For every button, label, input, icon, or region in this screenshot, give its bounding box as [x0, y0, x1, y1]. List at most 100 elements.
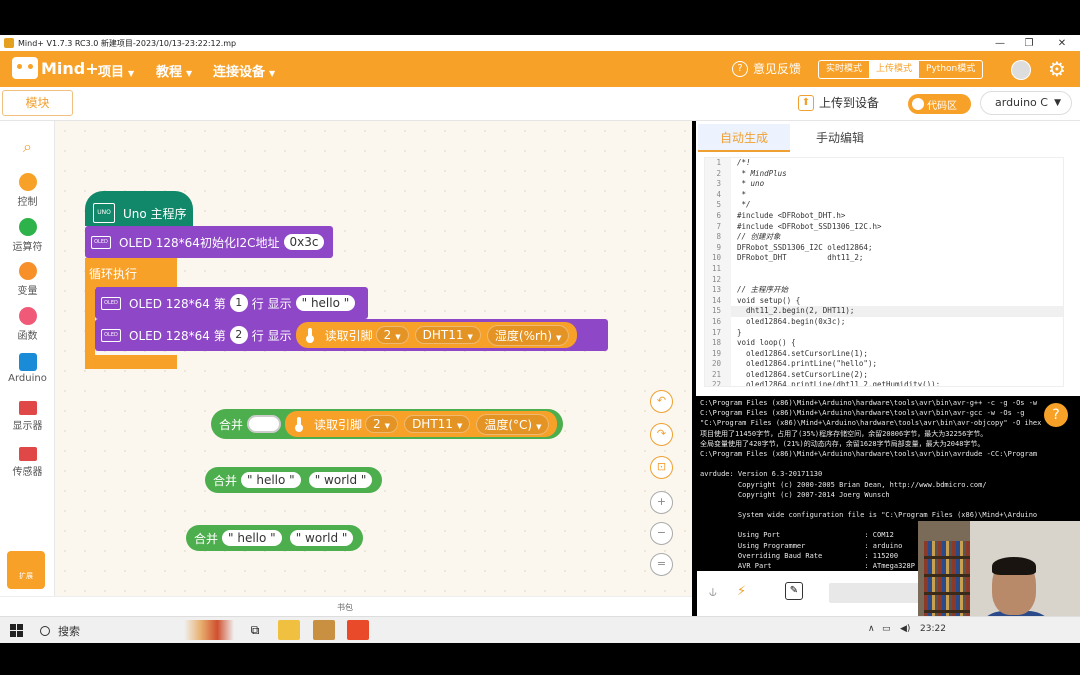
i2c-address-field[interactable]: 0x3c [283, 234, 325, 250]
terminal-line: "C:\Program Files (x86)\Mind+\Arduino\ha… [700, 419, 1042, 428]
clock[interactable]: 23:22 [920, 624, 946, 634]
code-line: 14 void setup() { [705, 295, 1063, 307]
text-field[interactable]: " hello " [295, 295, 356, 311]
terminal-line: Copyright (c) 2000-2005 Brian Dean, http… [700, 480, 987, 489]
code-text: dht11_2.begin(2, DHT11); [737, 306, 855, 316]
line-number: 14 [705, 295, 731, 307]
app-icon [4, 38, 14, 48]
backpack-bar[interactable]: 书包 [0, 596, 692, 616]
thermometer-icon [290, 415, 308, 433]
gear-icon[interactable]: ⚙ [1047, 59, 1067, 79]
zoom-reset-icon[interactable]: = [650, 553, 673, 576]
zoom-out-icon[interactable]: − [650, 522, 673, 545]
task-view-icon[interactable]: ⧉ [244, 620, 266, 640]
sensor-dropdown[interactable]: DHT11 ▼ [414, 326, 481, 344]
serial-send-input[interactable] [829, 583, 924, 603]
code-text: } [737, 327, 742, 337]
mode-realtime[interactable]: 实时模式 [819, 61, 869, 78]
menu-connect-device[interactable]: 连接设备 ▼ [213, 61, 275, 80]
measure-dropdown[interactable]: 温度(°C) ▼ [476, 413, 550, 435]
category-display[interactable]: 显示器 [0, 401, 55, 432]
network-icon[interactable]: ▭ [882, 624, 891, 634]
chevron-down-icon: ▼ [269, 69, 276, 78]
mindplus-taskbar-icon[interactable] [313, 620, 335, 640]
crop-icon[interactable]: ⊡ [650, 456, 673, 479]
dht-read-humidity-block[interactable]: 读取引脚 2 ▼ DHT11 ▼ 湿度(%rh) ▼ [295, 322, 578, 348]
join-input-a[interactable]: " hello " [241, 472, 301, 488]
block-workspace[interactable]: UNO Uno 主程序 OLED OLED 128*64初始化I2C地址 0x3c 循… [55, 121, 692, 596]
line-number-field[interactable]: 2 [229, 326, 248, 344]
join-temperature-block[interactable]: 合并 读取引脚 2 ▼ DHT11 ▼ 温度(°C) ▼ [211, 409, 564, 439]
code-text: * MindPlus [737, 168, 787, 178]
code-area-toggle[interactable]: 代码区 [908, 94, 971, 114]
category-sensors[interactable]: 传感器 [0, 447, 55, 478]
join-input-a[interactable]: " hello " [222, 530, 282, 546]
join-hello-world-block[interactable]: 合并 " hello " " world " [205, 467, 383, 493]
recorder-taskbar-icon[interactable] [347, 620, 369, 640]
chevron-down-icon: ▼ [128, 69, 135, 78]
redo-icon[interactable]: ↷ [650, 423, 673, 446]
measure-dropdown[interactable]: 湿度(%rh) ▼ [486, 324, 570, 346]
code-text: #include <DFRobot_SSD1306_I2C.h> [737, 221, 882, 231]
file-explorer-icon[interactable] [278, 620, 300, 640]
window-title: Mind+ V1.7.3 RC3.0 新建项目-2023/10/13-23:22… [18, 38, 237, 48]
plug-icon[interactable]: ⚡ [737, 584, 746, 599]
oled-icon: OLED [91, 235, 111, 249]
tab-auto-generate[interactable]: 自动生成 [698, 124, 791, 152]
volume-icon[interactable]: ◀) [900, 624, 910, 634]
line-number: 4 [705, 189, 731, 201]
menu-project[interactable]: 项目 ▼ [98, 61, 134, 80]
board-select[interactable]: arduino C ▼ [980, 91, 1072, 115]
category-variables[interactable]: 变量 [0, 262, 55, 297]
category-operators[interactable]: 运算符 [0, 218, 55, 253]
join-input-empty[interactable] [247, 415, 282, 433]
menu-tutorial[interactable]: 教程 ▼ [156, 61, 192, 80]
oled-show-line1-block[interactable]: OLED OLED 128*64 第1行 显示 " hello " [95, 287, 368, 319]
top-letterbox [0, 0, 1080, 35]
zoom-in-icon[interactable]: + [650, 491, 673, 514]
category-control[interactable]: 控制 [0, 173, 55, 208]
join-input-b[interactable]: " world " [289, 530, 354, 546]
sensor-dropdown[interactable]: DHT11 ▼ [404, 415, 471, 433]
tab-modules[interactable]: 模块 [2, 90, 73, 116]
oled-init-block[interactable]: OLED OLED 128*64初始化I2C地址 0x3c [85, 226, 333, 258]
close-button[interactable]: ✕ [1046, 35, 1078, 51]
dht-read-temperature-block[interactable]: 读取引脚 2 ▼ DHT11 ▼ 温度(°C) ▼ [285, 411, 558, 437]
chevron-down-icon: ▼ [1054, 98, 1061, 108]
undo-icon[interactable]: ↶ [650, 390, 673, 413]
code-line: 13 // 主程序开始 [705, 285, 1063, 296]
mode-python[interactable]: Python模式 [919, 61, 982, 78]
avatar[interactable] [1011, 60, 1031, 80]
eraser-icon[interactable]: ✎ [785, 582, 803, 600]
code-line: 17} [705, 327, 1063, 339]
help-icon[interactable]: ? [1044, 403, 1068, 427]
code-editor[interactable]: 1/*! 2 * MindPlus 3 * uno 4 * 5 */6 #include … [704, 157, 1064, 387]
search-icon[interactable]: ⌕ [0, 137, 55, 157]
oled-show-line2-block[interactable]: OLED OLED 128*64 第2行 显示 读取引脚 2 ▼ DHT11 ▼ 湿度… [95, 319, 608, 351]
tray-arrow-icon[interactable]: ∧ [868, 624, 875, 634]
upload-button[interactable]: ⬆ 上传到设备 [798, 94, 879, 111]
line-number-field[interactable]: 1 [229, 294, 248, 312]
usb-icon[interactable]: ⫝ [709, 585, 717, 600]
maximize-button[interactable]: ❐ [1013, 35, 1045, 51]
join-input-b[interactable]: " world " [308, 472, 373, 488]
feedback-button[interactable]: ? 意见反馈 [732, 60, 801, 77]
main-program-hat-block[interactable]: UNO Uno 主程序 [85, 191, 193, 226]
uno-board-icon: UNO [93, 203, 115, 223]
code-line: 7 #include <DFRobot_SSD1306_I2C.h> [705, 221, 1063, 233]
loop-block[interactable]: 循环执行 [85, 258, 177, 288]
join-hello-world-block-2[interactable]: 合并 " hello " " world " [186, 525, 364, 551]
tab-manual-edit[interactable]: 手动编辑 [794, 124, 886, 152]
mode-upload[interactable]: 上传模式 [869, 61, 920, 78]
taskbar-search[interactable]: 搜索 [40, 623, 80, 639]
functions-dot-icon [18, 307, 37, 325]
minimize-button[interactable]: — [984, 35, 1016, 51]
pin-dropdown[interactable]: 2 ▼ [375, 326, 409, 344]
pin-dropdown[interactable]: 2 ▼ [365, 415, 399, 433]
category-arduino[interactable]: Arduino [0, 353, 55, 384]
windows-start-icon[interactable] [10, 624, 23, 637]
chevron-down-icon: ▼ [186, 69, 193, 78]
extensions-button[interactable]: 扩展 [7, 551, 45, 589]
robot-icon [12, 57, 38, 79]
category-functions[interactable]: 函数 [0, 307, 55, 342]
